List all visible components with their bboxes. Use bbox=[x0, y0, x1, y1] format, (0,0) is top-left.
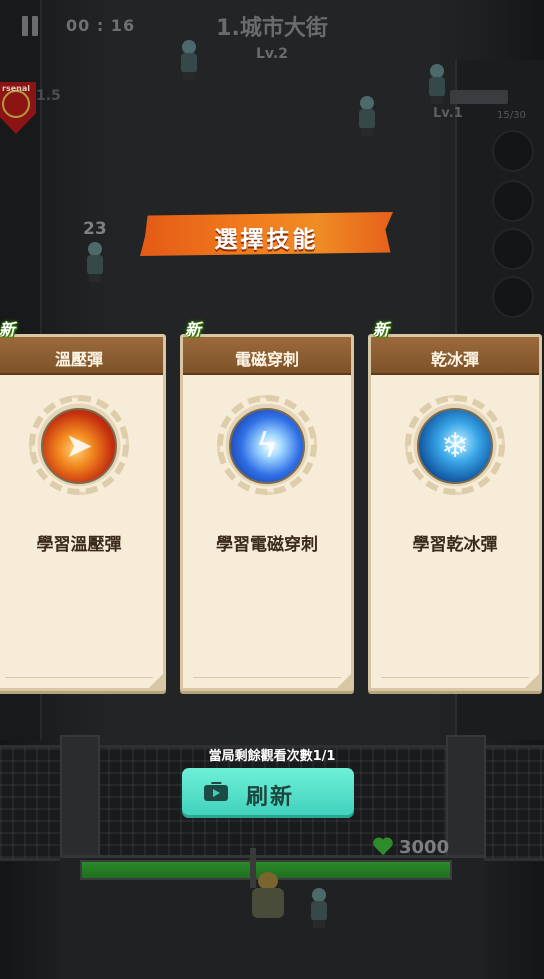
skill-name: 電磁穿刺 bbox=[234, 350, 299, 369]
zombie-enemy bbox=[84, 242, 106, 282]
skill-card-electromagnetic[interactable]: 電磁穿刺 ϟ 學習電磁穿刺 bbox=[180, 334, 354, 691]
ice-bullet-icon: ❄ bbox=[417, 408, 493, 484]
card-header: 溫壓彈 bbox=[0, 337, 163, 375]
card-divider bbox=[381, 677, 529, 678]
skill-card-dry-ice[interactable]: 乾冰彈 ❄ 學習乾冰彈 bbox=[368, 334, 542, 691]
card-divider bbox=[193, 677, 341, 678]
game-screen: 00 : 16 1.城市大街 Lv.2 rsenal 1.5 Lv.1 15/3… bbox=[0, 0, 544, 979]
stage-title: 1.城市大街 bbox=[216, 16, 328, 41]
club-badge: rsenal 1.5 bbox=[0, 82, 61, 134]
club-badge-suffix: 1.5 bbox=[36, 88, 61, 104]
card-header: 電磁穿刺 bbox=[183, 337, 351, 375]
refresh-button[interactable]: 刷新 bbox=[182, 768, 354, 818]
skill-select-title: 選擇技能 bbox=[214, 227, 319, 253]
new-badge: 新 bbox=[184, 320, 201, 339]
skill-name: 乾冰彈 bbox=[430, 350, 479, 369]
gun-icon bbox=[450, 90, 508, 104]
fire-bullet-icon: ➤ bbox=[41, 408, 117, 484]
empty-slot-icon bbox=[492, 276, 534, 318]
card-divider bbox=[5, 677, 153, 678]
tv-play-icon bbox=[204, 782, 228, 801]
base-hp-value: 3000 bbox=[399, 837, 450, 858]
skill-description: 學習電磁穿刺 bbox=[216, 535, 318, 555]
damage-number: 23 bbox=[83, 219, 107, 239]
skill-name: 溫壓彈 bbox=[54, 350, 103, 369]
remaining-views-text: 當局剩餘觀看次數1/1 bbox=[208, 749, 336, 764]
zombie-enemy bbox=[356, 96, 378, 136]
heart-icon bbox=[372, 838, 394, 858]
skill-card-thermobaric[interactable]: 溫壓彈 ➤ 學習溫壓彈 bbox=[0, 334, 166, 691]
club-badge-text: rsenal bbox=[2, 84, 30, 93]
card-header: 乾冰彈 bbox=[371, 337, 539, 375]
empty-slot-icon bbox=[492, 130, 534, 172]
zombie-enemy bbox=[426, 64, 448, 104]
empty-slot-icon bbox=[492, 228, 534, 270]
weapon-level: Lv.1 bbox=[433, 106, 463, 121]
stage-level: Lv.2 bbox=[256, 46, 288, 62]
new-badge: 新 bbox=[372, 320, 389, 339]
skill-description: 學習溫壓彈 bbox=[36, 535, 122, 555]
lightning-pierce-icon: ϟ bbox=[229, 408, 305, 484]
new-badge: 新 bbox=[0, 320, 15, 339]
ammo-count: 15/30 bbox=[497, 110, 526, 121]
badge-ring bbox=[2, 90, 30, 118]
zombie-enemy bbox=[308, 888, 330, 928]
player-soldier bbox=[246, 848, 290, 936]
refresh-button-label: 刷新 bbox=[246, 785, 295, 810]
skill-description: 學習乾冰彈 bbox=[412, 535, 498, 555]
empty-slot-icon bbox=[492, 180, 534, 222]
